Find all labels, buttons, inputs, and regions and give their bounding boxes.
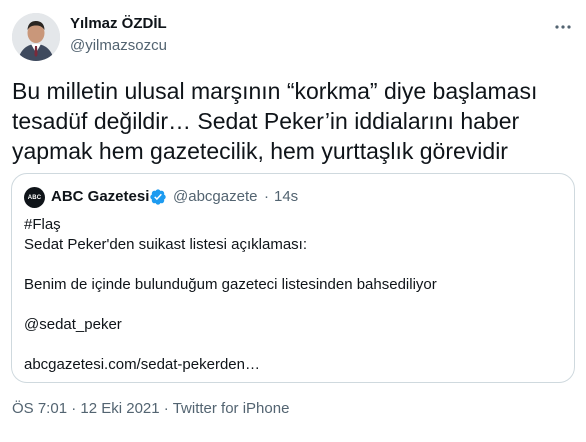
quoted-line-mention[interactable]: @sedat_peker (24, 315, 564, 335)
quoted-separator: · (264, 188, 269, 205)
quoted-avatar[interactable]: ABC (24, 187, 45, 208)
quoted-line-link[interactable]: abcgazetesi.com/sedat-pekerden… (24, 355, 564, 375)
author-handle[interactable]: @yilmazsozcu (70, 37, 167, 54)
author-avatar[interactable] (12, 13, 60, 61)
quoted-text: #Flaş Sedat Peker'den suikast listesi aç… (24, 215, 564, 375)
tweet-meta: ÖS 7:01 · 12 Eki 2021 · Twitter for iPho… (12, 400, 289, 417)
author-name[interactable]: Yılmaz ÖZDİL (70, 15, 167, 32)
quoted-tweet[interactable]: ABC ABC Gazetesi @abcgazete · 14s #Flaş … (11, 173, 575, 383)
more-horizontal-icon (555, 25, 571, 29)
quoted-author-handle[interactable]: @abcgazete (173, 188, 257, 205)
tweet-text: Bu milletin ulusal marşının “korkma” diy… (12, 78, 538, 164)
more-options-button[interactable] (552, 16, 574, 38)
quoted-timestamp[interactable]: 14s (274, 188, 298, 205)
verified-badge-icon (150, 189, 166, 205)
tweet-time[interactable]: ÖS 7:01 (12, 400, 67, 417)
tweet-card: Yılmaz ÖZDİL @yilmazsozcu Bu milletin ul… (0, 0, 586, 442)
tweet-date[interactable]: 12 Eki 2021 (80, 400, 159, 417)
quoted-line-hashtag[interactable]: #Flaş (24, 215, 564, 235)
meta-separator-1: · (71, 400, 77, 417)
quoted-avatar-logo: ABC (27, 194, 42, 201)
meta-separator-2: · (163, 400, 169, 417)
quoted-line-headline: Sedat Peker'den suikast listesi açıklama… (24, 236, 307, 253)
quoted-line-body: Benim de içinde bulunduğum gazeteci list… (24, 276, 437, 293)
tweet-source-link[interactable]: Twitter for iPhone (173, 400, 290, 417)
quoted-author-name[interactable]: ABC Gazetesi (51, 188, 149, 205)
